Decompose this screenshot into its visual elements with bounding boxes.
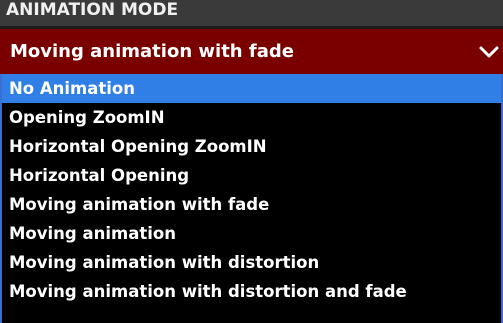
animation-mode-widget: ANIMATION MODE Moving animation with fad… [0,0,503,323]
option-moving-animation-with-distortion-and-fade[interactable]: Moving animation with distortion and fad… [2,277,501,306]
option-moving-animation[interactable]: Moving animation [2,219,501,248]
chevron-down-icon[interactable] [477,40,501,64]
section-title: ANIMATION MODE [0,0,503,26]
dropdown-options-list: No Animation Opening ZoomIN Horizontal O… [0,74,503,323]
option-horizontal-opening[interactable]: Horizontal Opening [2,161,501,190]
option-moving-animation-with-distortion[interactable]: Moving animation with distortion [2,248,501,277]
option-opening-zoomin[interactable]: Opening ZoomIN [2,103,501,132]
option-moving-animation-with-fade[interactable]: Moving animation with fade [2,190,501,219]
option-no-animation[interactable]: No Animation [2,74,501,103]
dropdown-selected-value: Moving animation with fade [10,41,294,62]
option-horizontal-opening-zoomin[interactable]: Horizontal Opening ZoomIN [2,132,501,161]
animation-mode-dropdown[interactable]: Moving animation with fade [0,26,503,74]
